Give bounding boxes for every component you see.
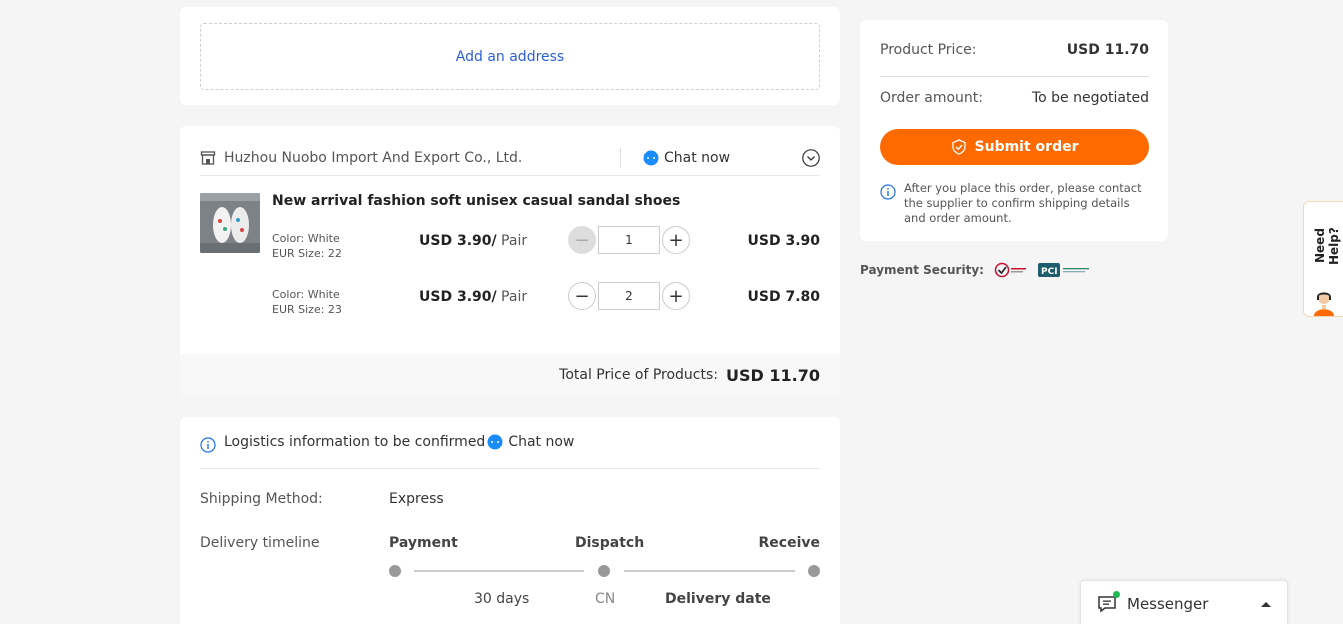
payment-to-dispatch-duration: 30 days	[474, 591, 530, 607]
supplier-row: Huzhou Nuobo Import And Export Co., Ltd.…	[200, 140, 820, 176]
messenger-label: Messenger	[1127, 595, 1209, 613]
step-receive: Receive	[758, 535, 821, 551]
product-price-row: Product Price: USD 11.70	[880, 42, 1149, 58]
product-card: Huzhou Nuobo Import And Export Co., Ltd.…	[180, 126, 840, 396]
timeline-dot	[808, 565, 820, 577]
sku-unit-price: USD 3.90/ Pair	[419, 233, 528, 249]
chat-now-button[interactable]: Chat now	[643, 150, 730, 166]
pci-badge-icon: PCI	[1037, 263, 1089, 277]
submit-order-label: Submit order	[974, 139, 1079, 155]
chat-bubble-icon	[643, 150, 659, 165]
divider	[620, 147, 621, 168]
delivery-date-label: Delivery date	[665, 591, 771, 607]
order-note: After you place this order, please conta…	[880, 181, 1149, 226]
step-dispatch: Dispatch	[575, 535, 645, 551]
sandal-image	[200, 193, 260, 253]
sku-attributes: Color: White EUR Size: 23	[272, 287, 342, 317]
sku-row: Color: White EUR Size: 23 USD 3.90/ Pair…	[272, 282, 820, 322]
timeline-line	[624, 570, 795, 572]
sku-unit-price: USD 3.90/ Pair	[419, 289, 528, 305]
add-address-button[interactable]: Add an address	[200, 23, 820, 90]
shipping-method-label: Shipping Method:	[200, 491, 323, 507]
chevron-down-icon[interactable]	[802, 149, 820, 167]
chat-now-label: Chat now	[664, 149, 731, 166]
svg-text:PCI: PCI	[1041, 267, 1058, 277]
decrease-button[interactable]: −	[568, 282, 596, 310]
sku-row: Color: White EUR Size: 22 USD 3.90/ Pair…	[272, 226, 820, 266]
order-amount-label: Order amount:	[880, 90, 983, 106]
store-icon	[200, 150, 216, 165]
info-icon	[200, 437, 216, 453]
payment-security: Payment Security: PCI	[860, 262, 1092, 278]
caret-up-icon[interactable]	[1261, 601, 1271, 607]
timeline-line	[414, 570, 584, 572]
timeline-dot	[389, 565, 401, 577]
shield-check-icon	[951, 139, 966, 155]
product-price-value: USD 11.70	[1066, 42, 1149, 58]
online-status-dot	[1113, 591, 1120, 598]
increase-button[interactable]: +	[662, 282, 690, 310]
logistics-header-text: Logistics information to be confirmed	[224, 434, 486, 450]
verified-badge-icon	[994, 262, 1026, 278]
sku-size: EUR Size: 22	[272, 247, 342, 260]
increase-button[interactable]: +	[662, 226, 690, 254]
product-price-label: Product Price:	[880, 42, 977, 58]
step-payment: Payment	[389, 535, 458, 551]
sku-total-price: USD 7.80	[747, 289, 821, 305]
sku-color: Color: White	[272, 232, 340, 245]
need-help-label: Need Help?	[1313, 227, 1341, 265]
order-note-text: After you place this order, please conta…	[904, 181, 1142, 225]
quantity-input[interactable]	[598, 282, 660, 310]
sku-total-price: USD 3.90	[747, 233, 821, 249]
order-amount-row: Order amount: To be negotiated	[880, 90, 1149, 106]
messenger-bar[interactable]: Messenger	[1080, 580, 1288, 624]
info-icon	[880, 184, 896, 200]
quantity-stepper: − +	[568, 226, 690, 254]
chat-now-button[interactable]: Chat now	[487, 434, 574, 450]
sku-attributes: Color: White EUR Size: 22	[272, 231, 342, 261]
chat-bubble-icon	[487, 434, 503, 450]
chat-now-label: Chat now	[508, 434, 575, 450]
need-help-tab[interactable]: Need Help?	[1303, 201, 1343, 317]
divider	[880, 76, 1149, 77]
quantity-input[interactable]	[598, 226, 660, 254]
message-icon	[1097, 591, 1120, 614]
order-summary-card: Product Price: USD 11.70 Order amount: T…	[860, 20, 1168, 241]
decrease-button[interactable]: −	[568, 226, 596, 254]
quantity-stepper: − +	[568, 282, 690, 310]
total-price-bar: Total Price of Products: USD 11.70	[180, 354, 840, 396]
logistics-card: Logistics information to be confirmed Ch…	[180, 417, 840, 624]
payment-security-label: Payment Security:	[860, 263, 984, 277]
support-agent-icon	[1314, 292, 1334, 316]
product-title[interactable]: New arrival fashion soft unisex casual s…	[272, 193, 680, 209]
logistics-header: Logistics information to be confirmed Ch…	[200, 434, 820, 469]
product-thumbnail[interactable]	[200, 193, 260, 253]
shipping-method-value: Express	[389, 491, 444, 507]
address-card: Add an address	[180, 7, 840, 105]
order-amount-value: To be negotiated	[1031, 90, 1149, 106]
sku-size: EUR Size: 23	[272, 303, 342, 316]
dispatch-origin: CN	[595, 591, 616, 607]
sku-color: Color: White	[272, 288, 340, 301]
delivery-timeline-label: Delivery timeline	[200, 535, 320, 551]
submit-order-button[interactable]: Submit order	[880, 129, 1149, 165]
supplier-name[interactable]: Huzhou Nuobo Import And Export Co., Ltd.	[224, 150, 620, 166]
timeline-dot	[598, 565, 610, 577]
total-price-value: USD 11.70	[726, 365, 820, 385]
total-price-label: Total Price of Products:	[559, 367, 719, 383]
